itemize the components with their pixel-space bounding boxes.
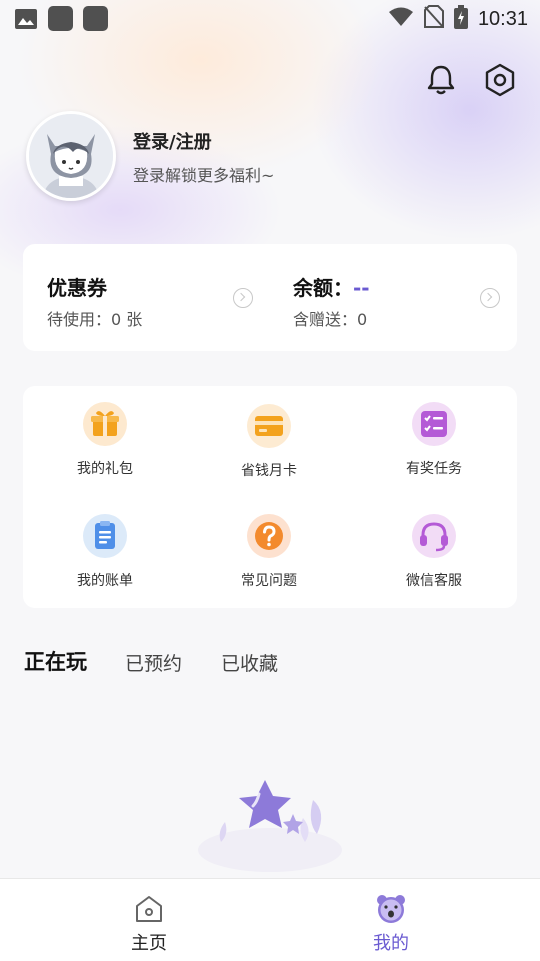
wifi-icon (388, 7, 414, 31)
chevron-right-icon (233, 288, 253, 308)
nav-home[interactable]: 主页 (89, 879, 209, 961)
service-my-gift[interactable]: 我的礼包 (45, 402, 165, 478)
gear-icon[interactable] (482, 62, 518, 98)
coupon-title: 优惠券 (47, 276, 107, 300)
coupon-count: 待使用：0 张 (47, 310, 143, 329)
service-faq[interactable]: 常见问题 (209, 514, 329, 590)
app-notification-icon (48, 6, 73, 31)
login-subtitle: 登录解锁更多福利~ (133, 166, 275, 185)
service-reward-tasks[interactable]: 有奖任务 (374, 402, 494, 478)
nav-label: 我的 (373, 933, 409, 954)
image-notification-icon (14, 8, 38, 30)
bottom-navigation: 主页 我的 (0, 878, 540, 961)
status-bar: 10:31 (0, 0, 540, 36)
game-tabs: 正在玩 已预约 已收藏 (24, 646, 424, 682)
service-label: 我的礼包 (77, 461, 133, 477)
coupon-entry[interactable]: 优惠券 待使用：0 张 (23, 244, 270, 351)
balance-label: 余额： (293, 276, 353, 300)
bill-icon (83, 514, 127, 558)
home-icon (133, 893, 165, 925)
question-icon (247, 514, 291, 558)
nav-mine[interactable]: 我的 (331, 879, 451, 961)
gift-icon (83, 402, 127, 446)
balance-gift: 含赠送：0 (293, 310, 368, 329)
balance-entry[interactable]: 余额：-- 含赠送：0 (270, 244, 517, 351)
login-register-link[interactable]: 登录/注册 (133, 128, 212, 154)
card-icon (247, 404, 291, 448)
service-label: 有奖任务 (406, 461, 462, 477)
service-label: 微信客服 (406, 573, 462, 589)
bear-icon (375, 893, 407, 925)
headset-icon (412, 514, 456, 558)
service-label: 我的账单 (77, 573, 133, 589)
battery-icon (453, 5, 468, 33)
clock-time: 10:31 (477, 7, 528, 30)
service-label: 常见问题 (241, 573, 297, 589)
balance-value: -- (353, 276, 370, 300)
app-notification-icon (83, 6, 108, 31)
task-list-icon (412, 402, 456, 446)
chevron-right-icon (480, 288, 500, 308)
balance-title: 余额：-- (293, 272, 370, 301)
avatar[interactable] (26, 111, 116, 201)
tab-playing[interactable]: 正在玩 (24, 646, 87, 676)
services-card: 我的礼包 省钱月卡 有奖任务 我的账单 常见问题 微信客服 (23, 386, 517, 608)
service-saver-card[interactable]: 省钱月卡 (209, 404, 329, 480)
tab-favorites[interactable]: 已收藏 (221, 649, 278, 676)
nav-label: 主页 (131, 933, 167, 954)
bell-icon[interactable] (423, 62, 459, 98)
service-wechat-support[interactable]: 微信客服 (374, 514, 494, 590)
service-my-bill[interactable]: 我的账单 (45, 514, 165, 590)
service-label: 省钱月卡 (241, 463, 297, 479)
tab-reserved[interactable]: 已预约 (125, 649, 182, 676)
empty-state-illustration (195, 772, 345, 872)
wallet-card: 优惠券 待使用：0 张 余额：-- 含赠送：0 (23, 244, 517, 351)
no-sim-icon (423, 5, 444, 33)
